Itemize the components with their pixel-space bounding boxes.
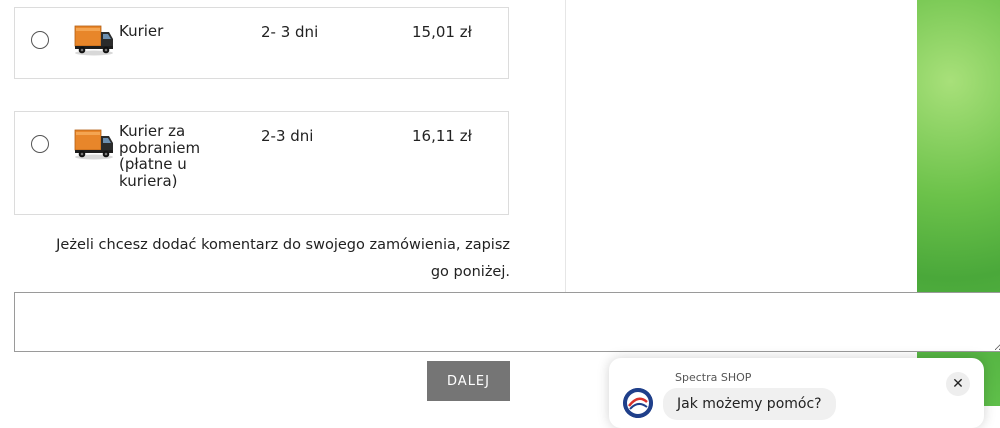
comment-instruction: Jeżeli chcesz dodać komentarz do swojego… <box>56 237 510 280</box>
shipping-price: 15,01 zł <box>412 23 472 41</box>
next-button[interactable]: DALEJ <box>427 361 510 401</box>
comment-textarea[interactable] <box>14 292 1000 352</box>
shipping-option-kurier[interactable]: Kurier 2- 3 dni 15,01 zł <box>14 7 509 79</box>
truck-icon <box>73 22 115 56</box>
chat-title: Spectra SHOP <box>675 371 752 384</box>
shipping-price: 16,11 zł <box>412 127 472 145</box>
shipping-radio[interactable] <box>31 135 49 153</box>
shipping-time: 2-3 dni <box>261 127 314 145</box>
chat-message: Jak możemy pomóc? <box>663 388 836 420</box>
shipping-name: Kurier za pobraniem (płatne u kuriera) <box>119 122 201 190</box>
shipping-radio[interactable] <box>31 31 49 49</box>
shipping-time: 2- 3 dni <box>261 23 319 41</box>
chat-widget[interactable]: Spectra SHOP Jak możemy pomóc? ✕ <box>609 358 984 428</box>
truck-icon <box>73 126 115 160</box>
close-icon[interactable]: ✕ <box>946 372 970 396</box>
shipping-name: Kurier <box>119 22 164 40</box>
chat-avatar <box>623 388 653 418</box>
shipping-option-kurier-pobranie[interactable]: Kurier za pobraniem (płatne u kuriera) 2… <box>14 111 509 215</box>
column-divider <box>565 0 566 292</box>
